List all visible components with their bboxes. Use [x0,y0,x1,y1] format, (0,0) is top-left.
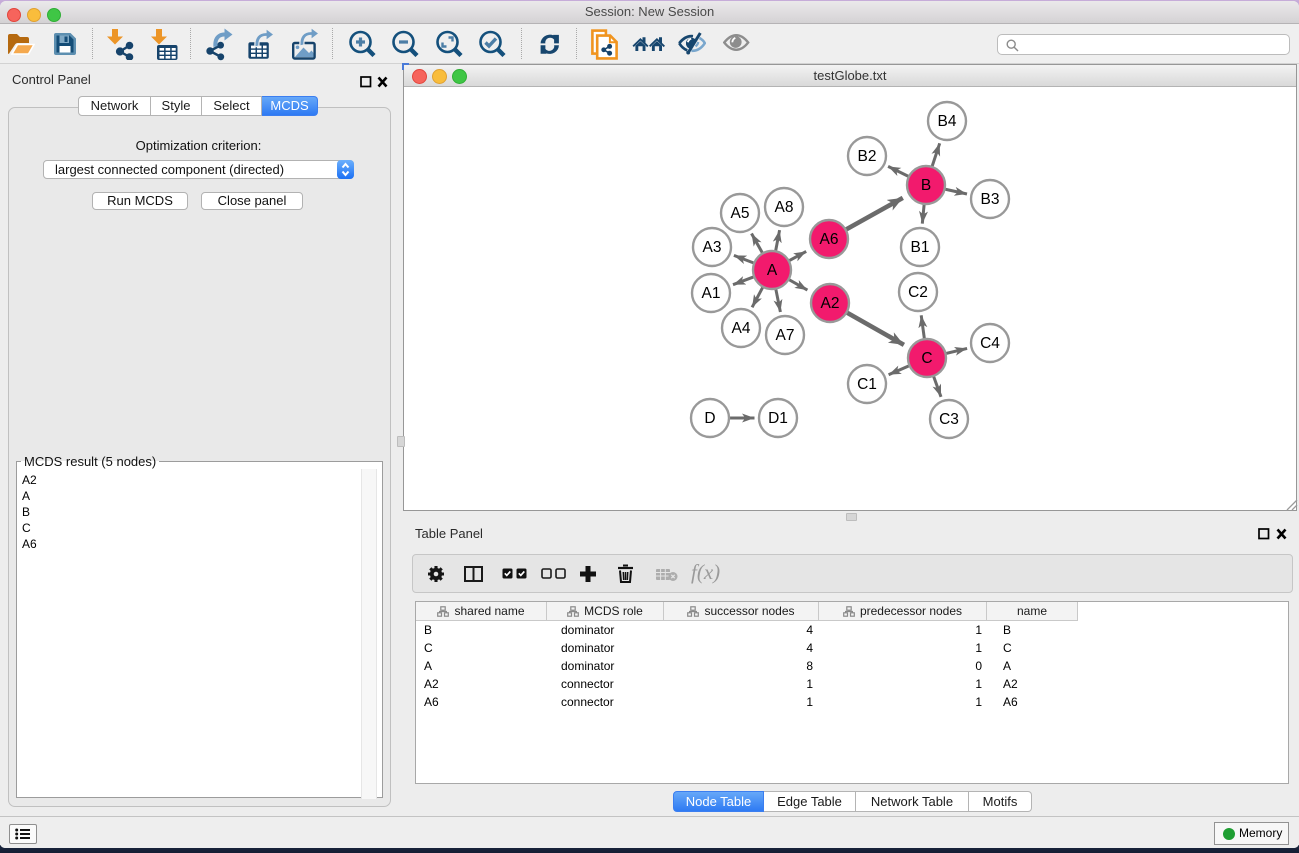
svg-text:A1: A1 [702,285,721,302]
svg-text:C: C [921,350,932,367]
svg-text:B4: B4 [938,113,957,130]
svg-text:B: B [921,177,931,194]
svg-text:B3: B3 [981,191,1000,208]
svg-text:B1: B1 [911,239,930,256]
svg-text:A3: A3 [703,239,722,256]
svg-text:B2: B2 [858,148,877,165]
svg-text:A4: A4 [732,320,751,337]
svg-text:D: D [704,410,715,427]
svg-text:A5: A5 [731,205,750,222]
svg-text:C2: C2 [908,284,928,301]
svg-text:D1: D1 [768,410,788,427]
svg-text:A2: A2 [821,295,840,312]
svg-text:A6: A6 [820,231,839,248]
svg-text:C4: C4 [980,335,1000,352]
svg-text:A8: A8 [775,199,794,216]
svg-text:C1: C1 [857,376,877,393]
svg-text:A7: A7 [776,327,795,344]
svg-text:A: A [767,262,778,279]
svg-text:C3: C3 [939,411,959,428]
